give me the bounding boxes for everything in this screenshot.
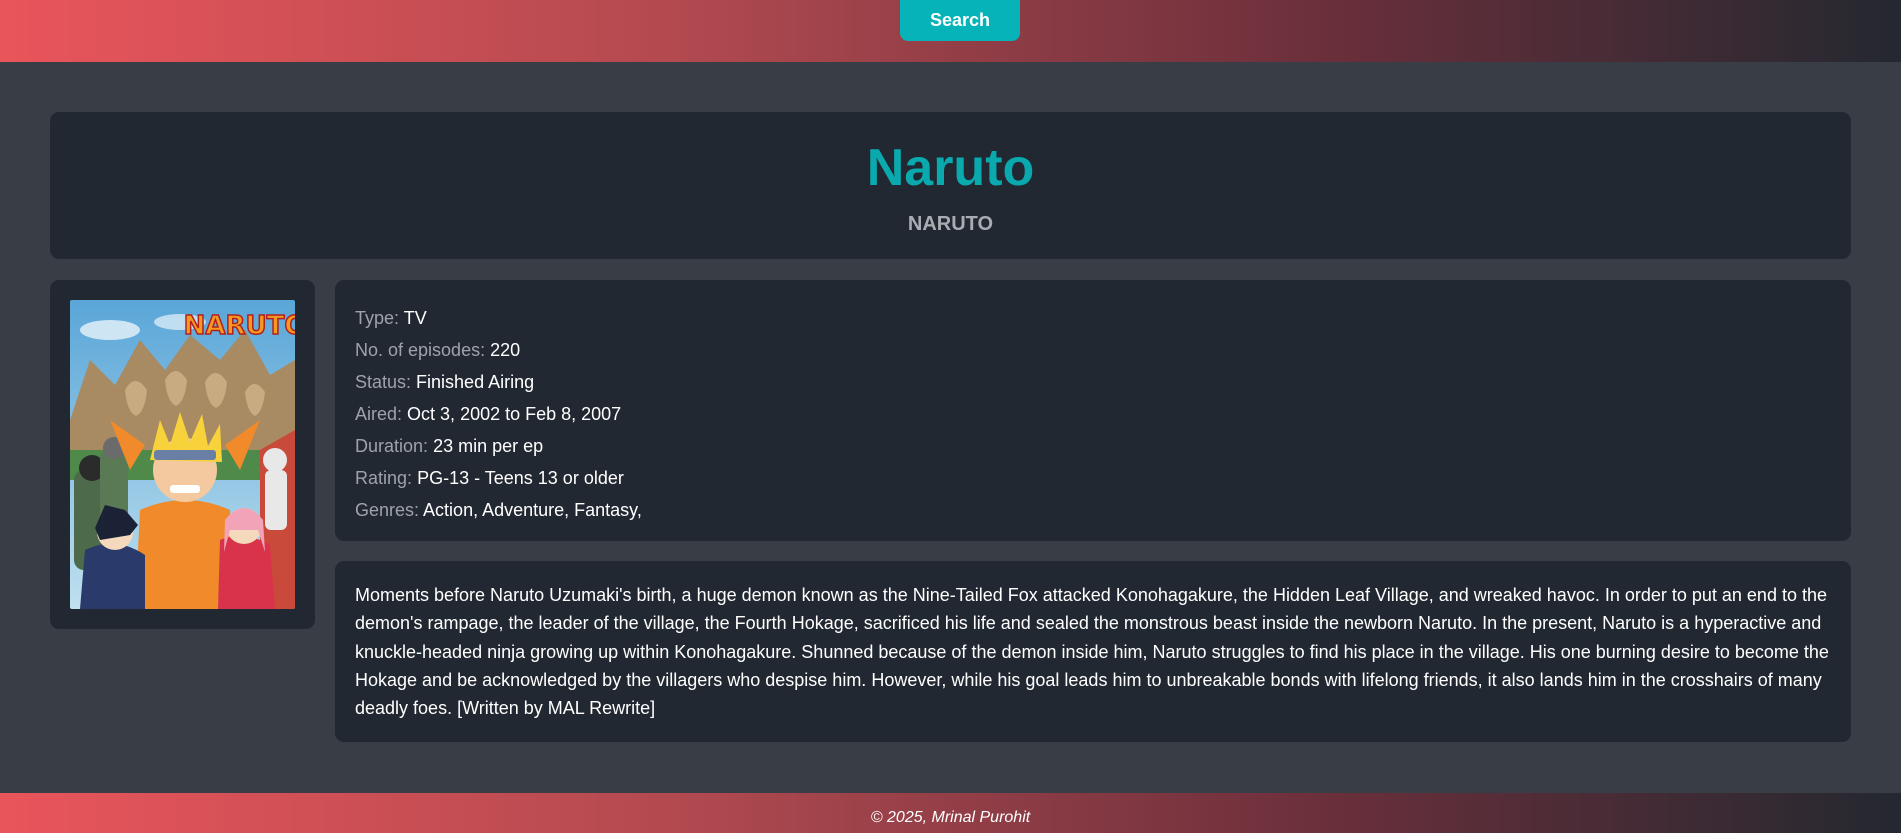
synopsis-text: Moments before Naruto Uzumaki's birth, a…	[355, 585, 1829, 719]
detail-value: Oct 3, 2002 to Feb 8, 2007	[407, 404, 622, 424]
details-list: Type: TV No. of episodes: 220 Status: Fi…	[355, 302, 642, 526]
detail-label: Type:	[355, 308, 400, 328]
detail-duration: Duration: 23 min per ep	[355, 430, 642, 462]
synopsis-card: Moments before Naruto Uzumaki's birth, a…	[335, 561, 1851, 742]
detail-label: Genres:	[355, 500, 420, 520]
detail-value: 220	[490, 340, 521, 360]
details-card: Type: TV No. of episodes: 220 Status: Fi…	[335, 280, 1851, 541]
footer-copyright: © 2025, Mrinal Purohit	[870, 809, 1031, 826]
detail-status: Status: Finished Airing	[355, 366, 642, 398]
search-button[interactable]: Search	[900, 0, 1020, 41]
detail-label: No. of episodes:	[355, 340, 486, 360]
detail-label: Aired:	[355, 404, 403, 424]
poster-card: NARUTO	[50, 280, 315, 629]
anime-title: Naruto	[866, 139, 1035, 197]
detail-aired: Aired: Oct 3, 2002 to Feb 8, 2007	[355, 398, 642, 430]
detail-value: PG-13 - Teens 13 or older	[417, 468, 624, 488]
detail-rating: Rating: PG-13 - Teens 13 or older	[355, 462, 642, 494]
detail-genres: Genres: Action, Adventure, Fantasy,	[355, 494, 642, 526]
detail-label: Status:	[355, 372, 412, 392]
detail-label: Rating:	[355, 468, 413, 488]
detail-label: Duration:	[355, 436, 429, 456]
detail-value: Finished Airing	[416, 372, 535, 392]
title-card: Naruto NARUTO	[50, 112, 1851, 259]
detail-value: TV	[403, 308, 427, 328]
detail-value: Action, Adventure, Fantasy,	[423, 500, 642, 520]
detail-episodes: No. of episodes: 220	[355, 334, 642, 366]
detail-value: 23 min per ep	[433, 436, 544, 456]
poster-logo: NARUTO	[184, 311, 295, 341]
footer: © 2025, Mrinal Purohit	[0, 793, 1901, 833]
top-bar: Search	[0, 0, 1901, 62]
anime-alt-title: NARUTO	[907, 213, 994, 235]
detail-type: Type: TV	[355, 302, 642, 334]
anime-poster-image: NARUTO	[70, 300, 295, 609]
